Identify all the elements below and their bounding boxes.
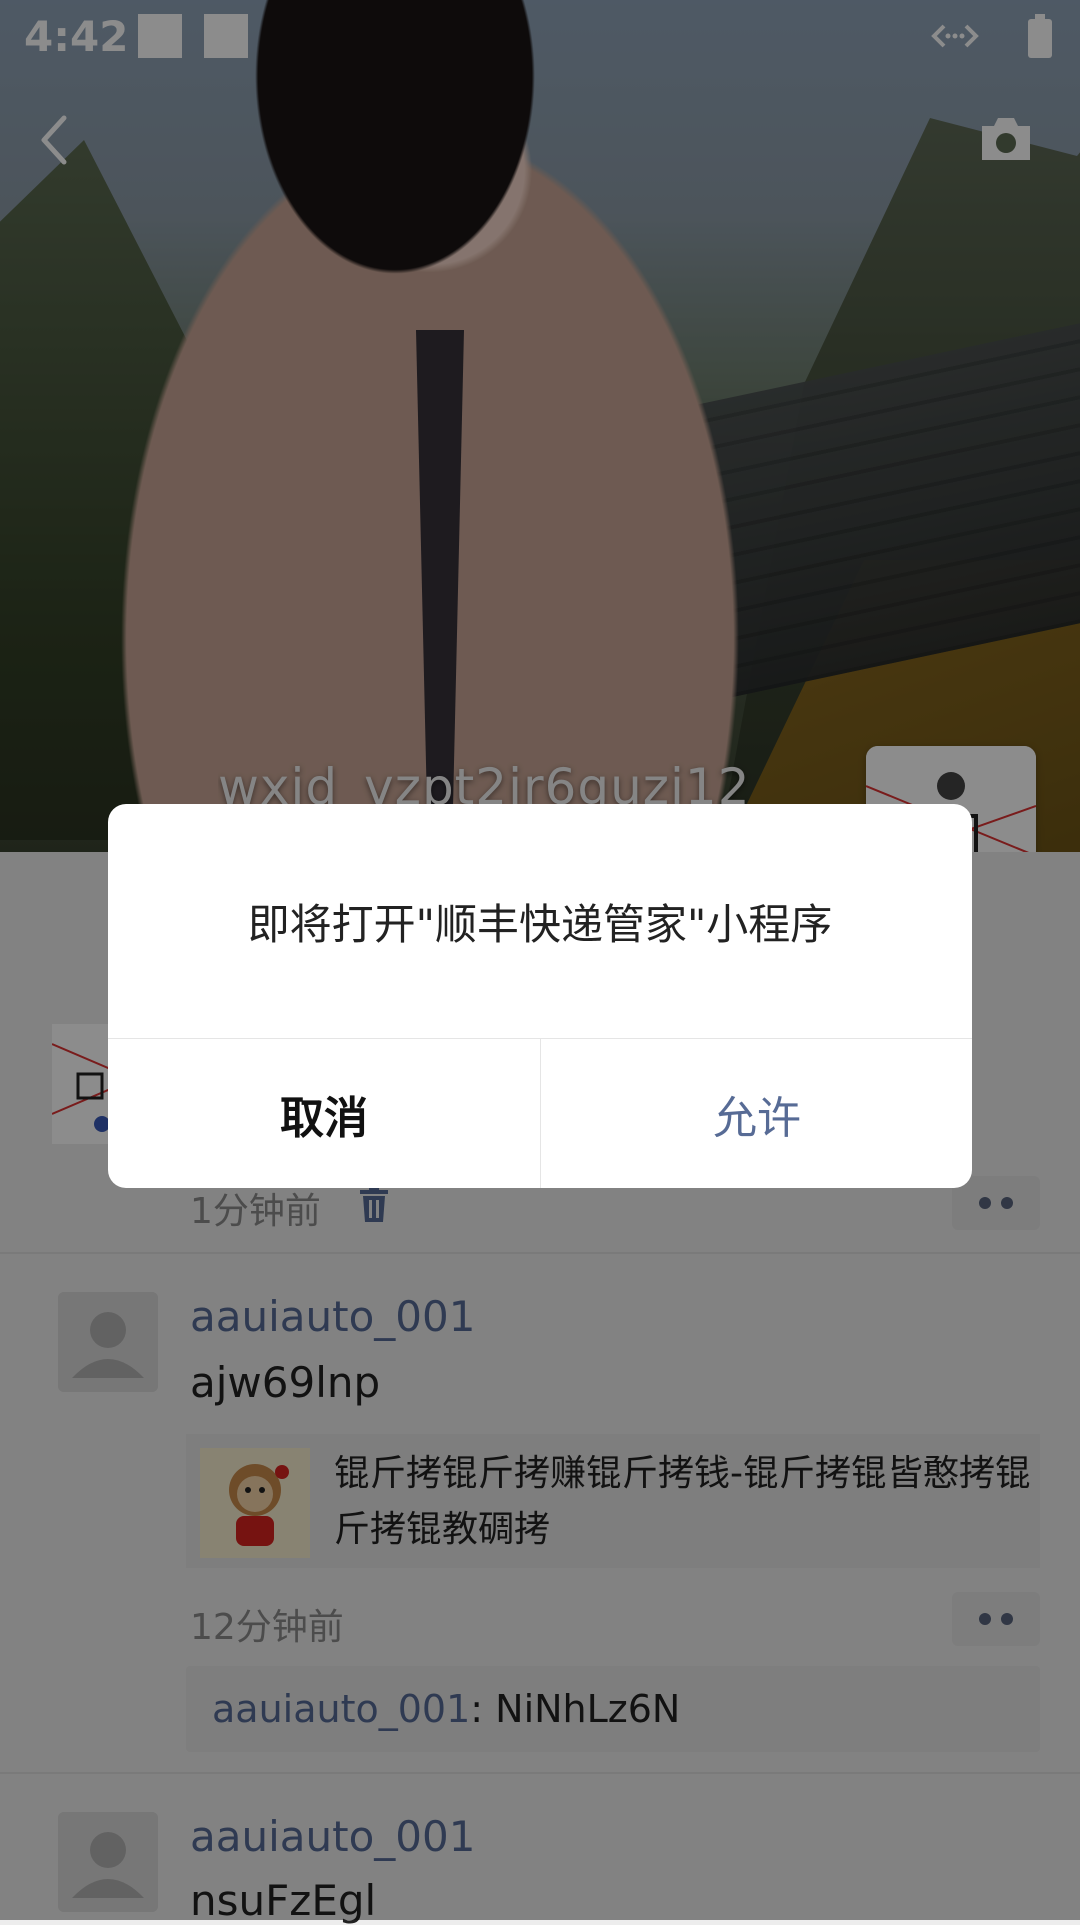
open-mini-program-dialog: 即将打开"顺丰快递管家"小程序 取消 允许 bbox=[108, 804, 972, 1188]
allow-button[interactable]: 允许 bbox=[541, 1039, 972, 1188]
dialog-message: 即将打开"顺丰快递管家"小程序 bbox=[247, 899, 833, 949]
cancel-button[interactable]: 取消 bbox=[108, 1039, 540, 1188]
